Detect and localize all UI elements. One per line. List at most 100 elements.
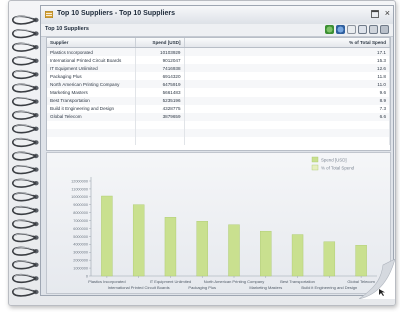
bar-spend <box>196 221 208 277</box>
spiral-ring <box>12 219 39 229</box>
spiral-ring <box>12 56 39 66</box>
spiral-ring <box>12 97 39 107</box>
spiral-ring <box>12 205 39 216</box>
page-curl[interactable] <box>359 259 395 299</box>
spiral-ring <box>12 192 39 202</box>
table-row-empty <box>47 128 390 138</box>
y-tick-label: 2000000 <box>73 259 88 263</box>
y-tick-label: 5000000 <box>73 235 88 239</box>
cell-percent: 12.6 <box>184 64 390 73</box>
cell-supplier: Packaging Plus <box>47 72 136 81</box>
table-row-empty <box>47 137 390 146</box>
cell-percent: 17.1 <box>184 47 390 57</box>
spiral-ring <box>12 137 39 148</box>
spiral-ring <box>12 69 39 80</box>
table-row[interactable]: IT Equipment Unlimited 7416938 12.6 <box>47 64 390 73</box>
table-row-empty <box>47 120 390 129</box>
cell-supplier: Best Transportation <box>47 96 136 105</box>
spiral-ring <box>12 260 39 270</box>
x-tick-label: Packaging Plus <box>188 285 216 290</box>
y-tick-label: 4000000 <box>73 243 88 247</box>
cell-spend: 7416938 <box>135 64 185 73</box>
legend-label-spend: Spend [USD] <box>321 158 347 163</box>
cell-percent: 15.3 <box>184 56 390 65</box>
spiral-ring <box>12 233 39 243</box>
title-bar: Top 10 Suppliers - Top 10 Suppliers × <box>41 6 393 25</box>
cell-percent: 8.9 <box>184 96 390 105</box>
cell-supplier: Plastics Incorporated <box>47 47 136 57</box>
toolbar-icons <box>325 25 389 34</box>
y-tick-label: 11000000 <box>71 187 88 191</box>
spiral-ring <box>12 151 39 161</box>
table-row[interactable]: Global Telecom 3879659 6.6 <box>47 112 390 121</box>
y-tick-label: 0 <box>86 274 88 278</box>
spiral-ring <box>12 124 39 134</box>
bar-spend <box>291 234 304 277</box>
cell-percent: 6.6 <box>184 112 390 121</box>
panel-toolbar: Top 10 Suppliers <box>41 24 393 37</box>
column-header-percent[interactable]: % of Total Spend <box>184 38 390 48</box>
column-header-supplier[interactable]: Supplier <box>47 38 136 48</box>
report-window: Top 10 Suppliers - Top 10 Suppliers × To… <box>40 5 394 296</box>
spiral-ring <box>12 110 39 120</box>
cell-spend: 3879659 <box>135 112 185 121</box>
maximize-icon[interactable] <box>371 10 379 18</box>
legend-label-percent: % of Total Spend <box>321 166 355 171</box>
menu-icon[interactable] <box>380 25 389 34</box>
bar-spend <box>132 204 145 277</box>
copy-icon[interactable] <box>347 25 356 34</box>
legend-swatch-percent <box>311 164 319 171</box>
x-tick-label: Best Transportation <box>280 279 315 284</box>
cell-spend: 4328775 <box>135 104 185 113</box>
cell-supplier: North American Printing Company <box>47 80 136 89</box>
cell-percent: 11.8 <box>184 72 390 81</box>
x-tick-label: Marketing Masters <box>249 285 282 290</box>
y-tick-label: 9000000 <box>73 203 88 207</box>
column-header-spend[interactable]: Spend [USD] <box>135 38 185 48</box>
print-icon[interactable] <box>369 25 378 34</box>
table-row[interactable]: Build it Engineering and Design 4328775 7.… <box>47 104 390 113</box>
x-tick-label: International Printed Circuit Boards <box>108 285 170 290</box>
bar-spend <box>164 217 177 277</box>
spiral-ring <box>12 15 39 25</box>
spiral-ring <box>12 178 39 188</box>
spiral-ring <box>12 83 39 93</box>
spiral-ring <box>12 29 39 39</box>
table-row[interactable]: Packaging Plus 6914320 11.8 <box>47 72 390 81</box>
spend-chart: Spend [USD] % of Total Spend 12000000 11000… <box>46 152 391 294</box>
bar-spend <box>323 241 336 277</box>
globe-icon[interactable] <box>336 25 345 34</box>
cell-spend: 6914320 <box>135 72 185 81</box>
supplier-table: Supplier Spend [USD] % of Total Spend Pl… <box>46 37 391 151</box>
legend-swatch-spend <box>311 156 319 163</box>
table-row[interactable]: North American Printing Company 6475919 11… <box>47 80 390 89</box>
cell-spend: 5235196 <box>135 96 185 105</box>
export-icon[interactable] <box>358 25 367 34</box>
table-row[interactable]: Best Transportation 5235196 8.9 <box>47 96 390 105</box>
table-row[interactable]: Plastics Incorporated 10103929 17.1 <box>47 47 390 57</box>
spiral-ring <box>12 287 39 297</box>
table-row[interactable]: International Printed Circuit Boards 9012… <box>47 56 390 65</box>
refresh-icon[interactable] <box>325 25 334 34</box>
cell-percent: 7.3 <box>184 104 390 113</box>
y-tick-label: 8000000 <box>73 211 88 215</box>
cell-spend: 6475919 <box>135 80 185 89</box>
cell-supplier: Build it Engineering and Design <box>47 104 136 113</box>
window-title: Top 10 Suppliers - Top 10 Suppliers <box>57 10 175 17</box>
x-tick-label: Build it Engineering and Design <box>301 285 357 290</box>
close-icon[interactable]: × <box>385 9 390 18</box>
y-tick-label: 7000000 <box>73 219 88 223</box>
cell-supplier: Marketing Masters <box>47 88 136 97</box>
y-tick-label: 1000000 <box>73 266 88 270</box>
bar-spend <box>101 195 113 277</box>
cell-supplier: International Printed Circuit Boards <box>47 56 136 65</box>
spiral-ring <box>12 273 39 284</box>
report-icon <box>45 11 53 18</box>
cell-spend: 10103929 <box>135 47 185 57</box>
y-tick-label: 12000000 <box>71 179 88 183</box>
table-row[interactable]: Marketing Masters 5661483 9.6 <box>47 88 390 97</box>
x-tick-label: Plastics Incorporated <box>88 279 125 284</box>
spiral-ring <box>12 42 39 52</box>
y-tick-label: 3000000 <box>73 251 88 255</box>
x-tick-label: IT Equipment Unlimited <box>150 279 192 284</box>
